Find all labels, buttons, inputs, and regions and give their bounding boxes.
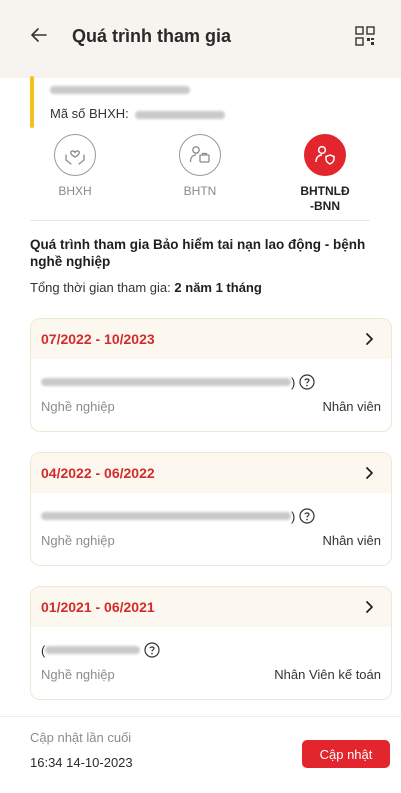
user-briefcase-icon [189,146,210,163]
tab-bhtnld-label: BHTNLĐ -BNN [300,184,350,213]
company-suffix: ) [291,508,296,524]
qr-code-icon[interactable] [355,26,375,46]
tab-bhxh-circle [54,134,96,176]
redacted-company-name [41,378,291,386]
redacted-company-name [45,646,141,654]
bhxh-label: Mã số BHXH: [50,106,129,121]
insurance-tabs: BHXH BHTN BHTNLĐ -BNN [30,134,370,213]
company-suffix: ) [291,374,296,390]
section-title: Quá trình tham gia Bảo hiểm tai nạn lao … [30,237,366,269]
help-circle-icon[interactable] [299,374,315,390]
tab-bhtnld-bnn[interactable]: BHTNLĐ -BNN [280,134,370,214]
record-job-row: Nghề nghiệp Nhân viên [41,399,381,414]
highlight-bar [30,76,34,128]
help-circle-icon[interactable] [299,508,315,524]
record-company: ) [41,374,315,390]
tab-bhxh[interactable]: BHXH [30,134,120,199]
hands-heart-icon [65,150,85,165]
record-card[interactable]: 07/2022 - 10/2023 ) Nghề nghiệp Nhân viê… [30,318,392,432]
job-value: Nhân viên [322,533,381,548]
update-button[interactable]: Cập nhật [302,740,390,768]
tab-bhxh-label: BHXH [58,184,92,198]
header-bar: Quá trình tham gia [0,0,401,78]
page-title: Quá trình tham gia [72,26,232,46]
record-card[interactable]: 01/2021 - 06/2021 ( Nghề nghiệp Nhân Viê… [30,586,392,700]
divider [30,220,370,221]
record-job-row: Nghề nghiệp Nhân Viên kế toán [41,667,381,682]
record-card-header: 04/2022 - 06/2022 [31,453,391,493]
record-period: 07/2022 - 10/2023 [41,331,155,347]
chevron-right-icon[interactable] [363,466,375,480]
redacted-name [50,86,190,94]
job-label: Nghề nghiệp [41,399,115,414]
job-value: Nhân viên [322,399,381,414]
total-label: Tổng thời gian tham gia: [30,280,171,295]
record-company: ) [41,508,315,524]
tab-bhtnld-circle [304,134,346,176]
last-update-label: Cập nhật lần cuối [30,730,132,745]
footer-divider [0,716,401,717]
last-update-time: 16:34 14-10-2023 [30,755,133,770]
job-label: Nghề nghiệp [41,533,115,548]
redacted-company-name [41,512,291,520]
record-card-header: 07/2022 - 10/2023 [31,319,391,359]
record-card-header: 01/2021 - 06/2021 [31,587,391,627]
user-shield-icon [315,145,335,165]
tab-bhtn[interactable]: BHTN [155,134,245,199]
arrow-left-icon[interactable] [28,24,50,46]
help-circle-icon[interactable] [144,642,160,658]
chevron-right-icon[interactable] [363,332,375,346]
chevron-right-icon[interactable] [363,600,375,614]
job-value: Nhân Viên kế toán [274,667,381,682]
record-job-row: Nghề nghiệp Nhân viên [41,533,381,548]
record-period: 04/2022 - 06/2022 [41,465,155,481]
job-label: Nghề nghiệp [41,667,115,682]
record-period: 01/2021 - 06/2021 [41,599,155,615]
total-duration: Tổng thời gian tham gia: 2 năm 1 tháng [30,280,262,295]
record-company: ( [41,642,160,658]
redacted-bhxh-number [135,110,226,119]
tab-bhtn-circle [179,134,221,176]
bhxh-number: Mã số BHXH: [50,106,226,121]
record-card[interactable]: 04/2022 - 06/2022 ) Nghề nghiệp Nhân viê… [30,452,392,566]
total-value: 2 năm 1 tháng [174,280,262,295]
tab-bhtn-label: BHTN [183,184,217,198]
